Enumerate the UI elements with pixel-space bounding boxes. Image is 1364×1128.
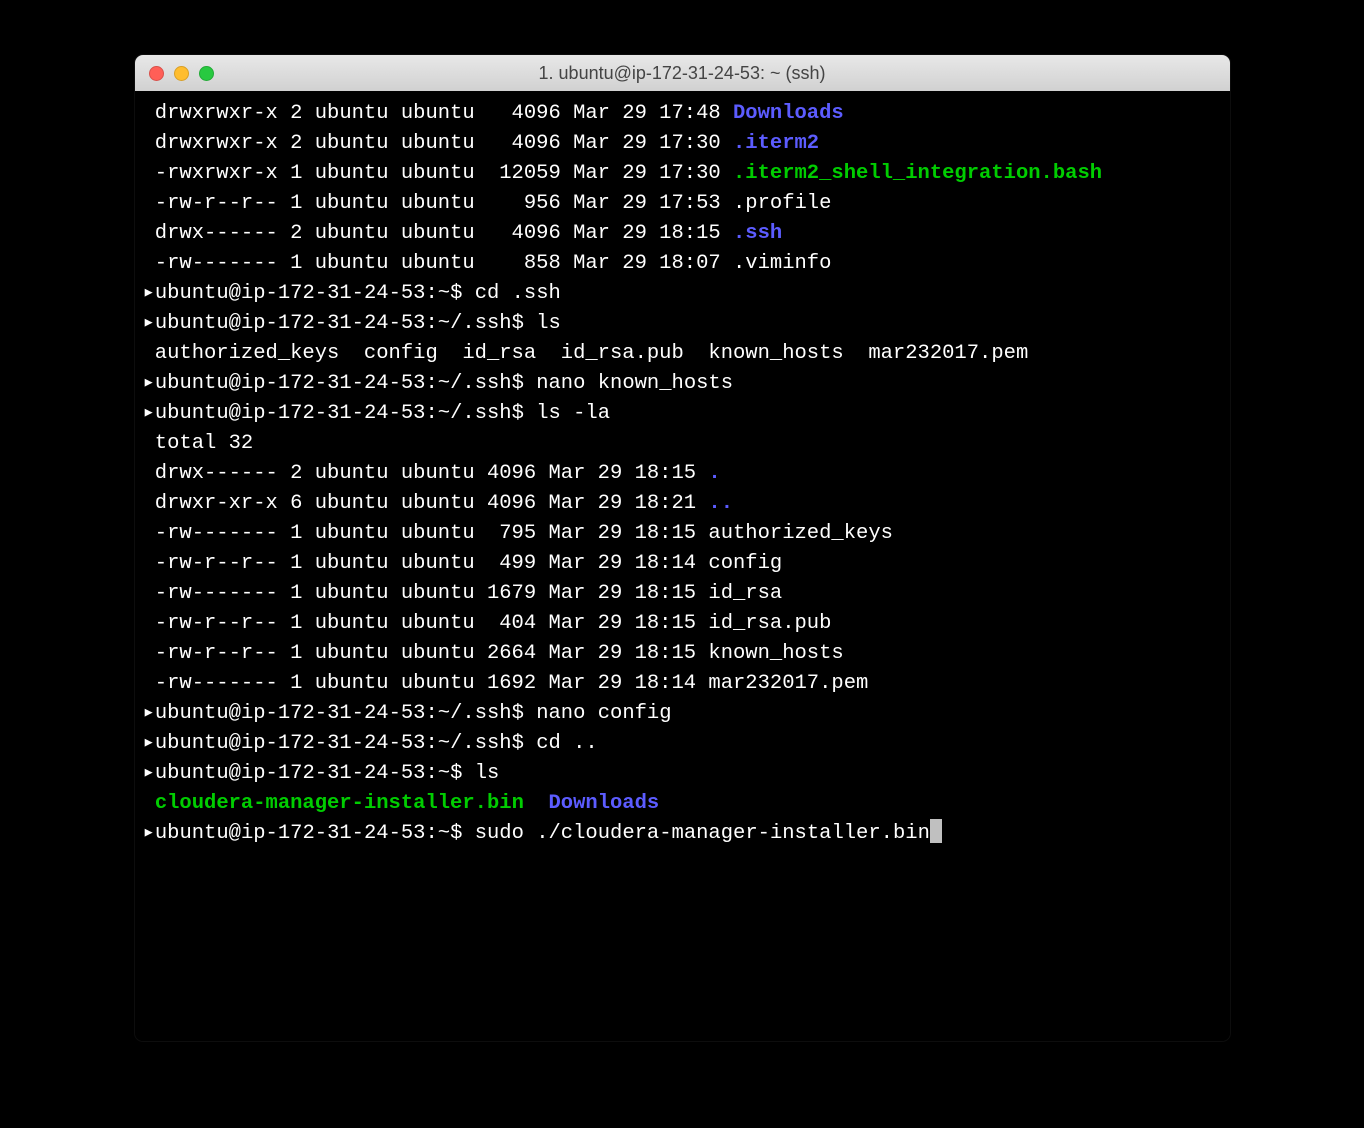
terminal-line: -rwxrwxr-x 1 ubuntu ubuntu 12059 Mar 29 …: [135, 159, 1230, 189]
terminal-line: -rw------- 1 ubuntu ubuntu 1692 Mar 29 1…: [135, 669, 1230, 699]
maximize-icon[interactable]: [199, 66, 214, 81]
traffic-lights: [149, 66, 214, 81]
text-segment: drwx------ 2 ubuntu ubuntu 4096 Mar 29 1…: [143, 462, 709, 485]
text-segment: drwxrwxr-x 2 ubuntu ubuntu 4096 Mar 29 1…: [143, 102, 734, 125]
terminal-window: 1. ubuntu@ip-172-31-24-53: ~ (ssh) drwxr…: [135, 55, 1230, 1041]
text-segment: drwxr-xr-x 6 ubuntu ubuntu 4096 Mar 29 1…: [143, 492, 709, 515]
text-segment: ▸ubuntu@ip-172-31-24-53:~/.ssh$ nano kno…: [143, 372, 734, 395]
text-segment: ▸ubuntu@ip-172-31-24-53:~$ cd .ssh: [143, 282, 561, 305]
minimize-icon[interactable]: [174, 66, 189, 81]
cursor-icon: [930, 819, 942, 843]
text-segment: -rw------- 1 ubuntu ubuntu 795 Mar 29 18…: [143, 522, 893, 545]
text-segment: -rw-r--r-- 1 ubuntu ubuntu 956 Mar 29 17…: [143, 192, 832, 215]
terminal-line: ▸ubuntu@ip-172-31-24-53:~/.ssh$ nano kno…: [135, 369, 1230, 399]
text-segment: ▸ubuntu@ip-172-31-24-53:~/.ssh$ ls: [143, 312, 561, 335]
terminal-line: total 32: [135, 429, 1230, 459]
text-segment: .: [708, 462, 720, 485]
terminal-line: -rw------- 1 ubuntu ubuntu 1679 Mar 29 1…: [135, 579, 1230, 609]
title-bar[interactable]: 1. ubuntu@ip-172-31-24-53: ~ (ssh): [135, 55, 1230, 91]
close-icon[interactable]: [149, 66, 164, 81]
terminal-line: drwx------ 2 ubuntu ubuntu 4096 Mar 29 1…: [135, 219, 1230, 249]
text-segment: -rw-r--r-- 1 ubuntu ubuntu 404 Mar 29 18…: [143, 612, 832, 635]
text-segment: ▸ubuntu@ip-172-31-24-53:~$ sudo ./cloude…: [143, 822, 930, 845]
terminal-line: ▸ubuntu@ip-172-31-24-53:~/.ssh$ ls -la: [135, 399, 1230, 429]
terminal-line: -rw------- 1 ubuntu ubuntu 858 Mar 29 18…: [135, 249, 1230, 279]
window-title: 1. ubuntu@ip-172-31-24-53: ~ (ssh): [135, 63, 1230, 84]
text-segment: -rw------- 1 ubuntu ubuntu 1679 Mar 29 1…: [143, 582, 783, 605]
terminal-line: cloudera-manager-installer.bin Downloads: [135, 789, 1230, 819]
text-segment: .iterm2: [733, 132, 819, 155]
text-segment: ..: [708, 492, 733, 515]
terminal-line: -rw-r--r-- 1 ubuntu ubuntu 499 Mar 29 18…: [135, 549, 1230, 579]
text-segment: total 32: [143, 432, 254, 455]
text-segment: cloudera-manager-installer.bin: [155, 792, 524, 815]
text-segment: -rwxrwxr-x 1 ubuntu ubuntu 12059 Mar 29 …: [143, 162, 734, 185]
text-segment: ▸ubuntu@ip-172-31-24-53:~/.ssh$ nano con…: [143, 702, 672, 725]
text-segment: ▸ubuntu@ip-172-31-24-53:~$ ls: [143, 762, 500, 785]
terminal-line: -rw-r--r-- 1 ubuntu ubuntu 404 Mar 29 18…: [135, 609, 1230, 639]
terminal-line: -rw------- 1 ubuntu ubuntu 795 Mar 29 18…: [135, 519, 1230, 549]
text-segment: -rw-r--r-- 1 ubuntu ubuntu 2664 Mar 29 1…: [143, 642, 844, 665]
text-segment: Downloads: [548, 792, 659, 815]
terminal-line: authorized_keys config id_rsa id_rsa.pub…: [135, 339, 1230, 369]
terminal-line: drwx------ 2 ubuntu ubuntu 4096 Mar 29 1…: [135, 459, 1230, 489]
terminal-line: drwxr-xr-x 6 ubuntu ubuntu 4096 Mar 29 1…: [135, 489, 1230, 519]
text-segment: -rw------- 1 ubuntu ubuntu 1692 Mar 29 1…: [143, 672, 869, 695]
terminal-line: -rw-r--r-- 1 ubuntu ubuntu 956 Mar 29 17…: [135, 189, 1230, 219]
text-segment: Downloads: [733, 102, 844, 125]
terminal-line: ▸ubuntu@ip-172-31-24-53:~$ sudo ./cloude…: [135, 819, 1230, 849]
text-segment: drwxrwxr-x 2 ubuntu ubuntu 4096 Mar 29 1…: [143, 132, 734, 155]
text-segment: drwx------ 2 ubuntu ubuntu 4096 Mar 29 1…: [143, 222, 734, 245]
terminal-line: ▸ubuntu@ip-172-31-24-53:~/.ssh$ cd ..: [135, 729, 1230, 759]
text-segment: -rw-r--r-- 1 ubuntu ubuntu 499 Mar 29 18…: [143, 552, 783, 575]
terminal-line: ▸ubuntu@ip-172-31-24-53:~$ ls: [135, 759, 1230, 789]
terminal-body[interactable]: drwxrwxr-x 2 ubuntu ubuntu 4096 Mar 29 1…: [135, 91, 1230, 1041]
terminal-line: ▸ubuntu@ip-172-31-24-53:~$ cd .ssh: [135, 279, 1230, 309]
terminal-line: -rw-r--r-- 1 ubuntu ubuntu 2664 Mar 29 1…: [135, 639, 1230, 669]
terminal-line: ▸ubuntu@ip-172-31-24-53:~/.ssh$ ls: [135, 309, 1230, 339]
text-segment: [143, 792, 155, 815]
text-segment: authorized_keys config id_rsa id_rsa.pub…: [143, 342, 1029, 365]
text-segment: [524, 792, 549, 815]
terminal-line: drwxrwxr-x 2 ubuntu ubuntu 4096 Mar 29 1…: [135, 99, 1230, 129]
terminal-line: ▸ubuntu@ip-172-31-24-53:~/.ssh$ nano con…: [135, 699, 1230, 729]
terminal-line: drwxrwxr-x 2 ubuntu ubuntu 4096 Mar 29 1…: [135, 129, 1230, 159]
text-segment: ▸ubuntu@ip-172-31-24-53:~/.ssh$ ls -la: [143, 402, 611, 425]
text-segment: .ssh: [733, 222, 782, 245]
text-segment: -rw------- 1 ubuntu ubuntu 858 Mar 29 18…: [143, 252, 832, 275]
text-segment: .iterm2_shell_integration.bash: [733, 162, 1102, 185]
text-segment: ▸ubuntu@ip-172-31-24-53:~/.ssh$ cd ..: [143, 732, 598, 755]
